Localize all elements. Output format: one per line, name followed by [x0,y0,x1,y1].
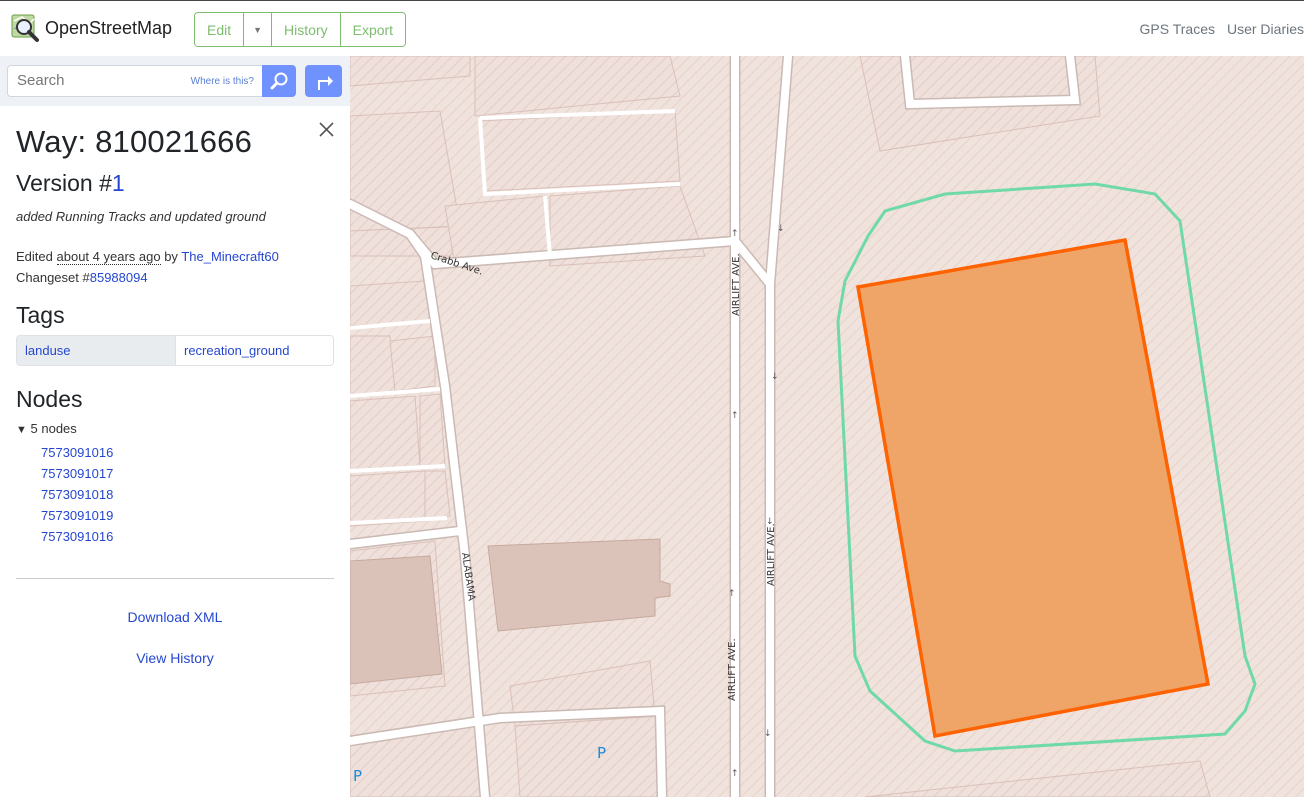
node-link[interactable]: 7573091016 [41,526,113,547]
nodes-heading: Nodes [16,386,83,412]
tags-table: landuse recreation_ground [16,335,334,366]
street-label: AIRLIFT AVE. [766,523,777,586]
view-history-link[interactable]: View History [0,650,350,666]
search-input[interactable]: Search Where is this? [7,65,263,97]
map-view[interactable]: ↑ ↓ ↑ ↓ ↓ ↑ ↓ ↑ Crabb Ave. AIRLIFT AVE. … [350,56,1304,797]
svg-text:↓: ↓ [764,729,772,739]
top-header: OpenStreetMap Edit ▼ History Export GPS … [0,0,1304,56]
edited-time: about 4 years ago [56,249,161,265]
osm-magnifier-logo-icon [11,14,39,42]
directions-button[interactable] [305,65,342,97]
gps-traces-link[interactable]: GPS Traces [1140,21,1215,37]
changeset-link[interactable]: 85988094 [90,270,148,285]
search-button[interactable] [262,65,296,97]
svg-text:↑: ↑ [731,229,739,239]
changeset-comment: added Running Tracks and updated ground [16,209,266,224]
edit-button[interactable]: Edit [195,13,245,46]
version-link[interactable]: 1 [112,170,125,196]
parking-label: P [353,767,362,785]
node-list: 7573091016 7573091017 7573091018 7573091… [41,442,113,547]
version-heading: Version #1 [16,170,125,197]
user-link[interactable]: The_Minecraft60 [181,249,279,264]
street-label: AIRLIFT AVE. [727,638,738,701]
caret-down-icon: ▼ [253,24,263,35]
building [350,555,443,685]
history-button[interactable]: History [272,13,341,46]
user-diaries-link[interactable]: User Diaries [1227,21,1304,37]
download-xml-link[interactable]: Download XML [0,609,350,625]
search-bar: Search Where is this? [0,56,350,106]
directions-icon [317,76,333,90]
tags-heading: Tags [16,302,65,328]
search-placeholder: Search [17,72,65,89]
node-link[interactable]: 7573091016 [41,442,113,463]
svg-text:↑: ↑ [731,769,739,779]
edit-info: Edited about 4 years ago by The_Minecraf… [16,246,279,288]
street-label: AIRLIFT AVE. [731,253,742,316]
building [487,538,671,632]
edited-by: by [164,249,178,264]
node-link[interactable]: 7573091017 [41,463,113,484]
divider [16,578,334,579]
search-icon [270,72,288,90]
edited-prefix: Edited [16,249,53,264]
page-title: Way: 810021666 [16,124,253,159]
map-canvas[interactable]: ↑ ↓ ↑ ↓ ↓ ↑ ↓ ↑ Crabb Ave. AIRLIFT AVE. … [350,56,1304,797]
tag-key-link[interactable]: landuse [17,336,176,365]
where-is-this-link[interactable]: Where is this? [191,76,254,87]
edit-button-group: Edit ▼ History Export [194,12,407,47]
close-button[interactable] [319,122,334,142]
edit-dropdown-button[interactable]: ▼ [244,13,273,46]
parking-label: P [597,744,606,762]
svg-text:↑: ↑ [728,589,736,599]
sidebar: Search Where is this? Way: 810021666 Ver… [0,56,350,797]
nodes-summary-toggle[interactable]: ▼ 5 nodes [16,421,77,436]
logo[interactable]: OpenStreetMap [10,13,172,43]
changeset-prefix: Changeset # [16,270,90,285]
node-link[interactable]: 7573091019 [41,505,113,526]
node-link[interactable]: 7573091018 [41,484,113,505]
triangle-down-icon: ▼ [16,424,27,436]
version-prefix: Version # [16,170,112,196]
header-links: GPS Traces User Diaries [1140,21,1304,37]
brand-name: OpenStreetMap [45,17,173,38]
svg-text:↓: ↓ [771,372,779,382]
close-icon [319,122,334,137]
svg-text:↓: ↓ [777,224,785,234]
svg-text:↑: ↑ [731,411,739,421]
nodes-count: 5 nodes [30,421,77,436]
export-button[interactable]: Export [340,13,406,46]
tag-value-link[interactable]: recreation_ground [176,336,333,365]
